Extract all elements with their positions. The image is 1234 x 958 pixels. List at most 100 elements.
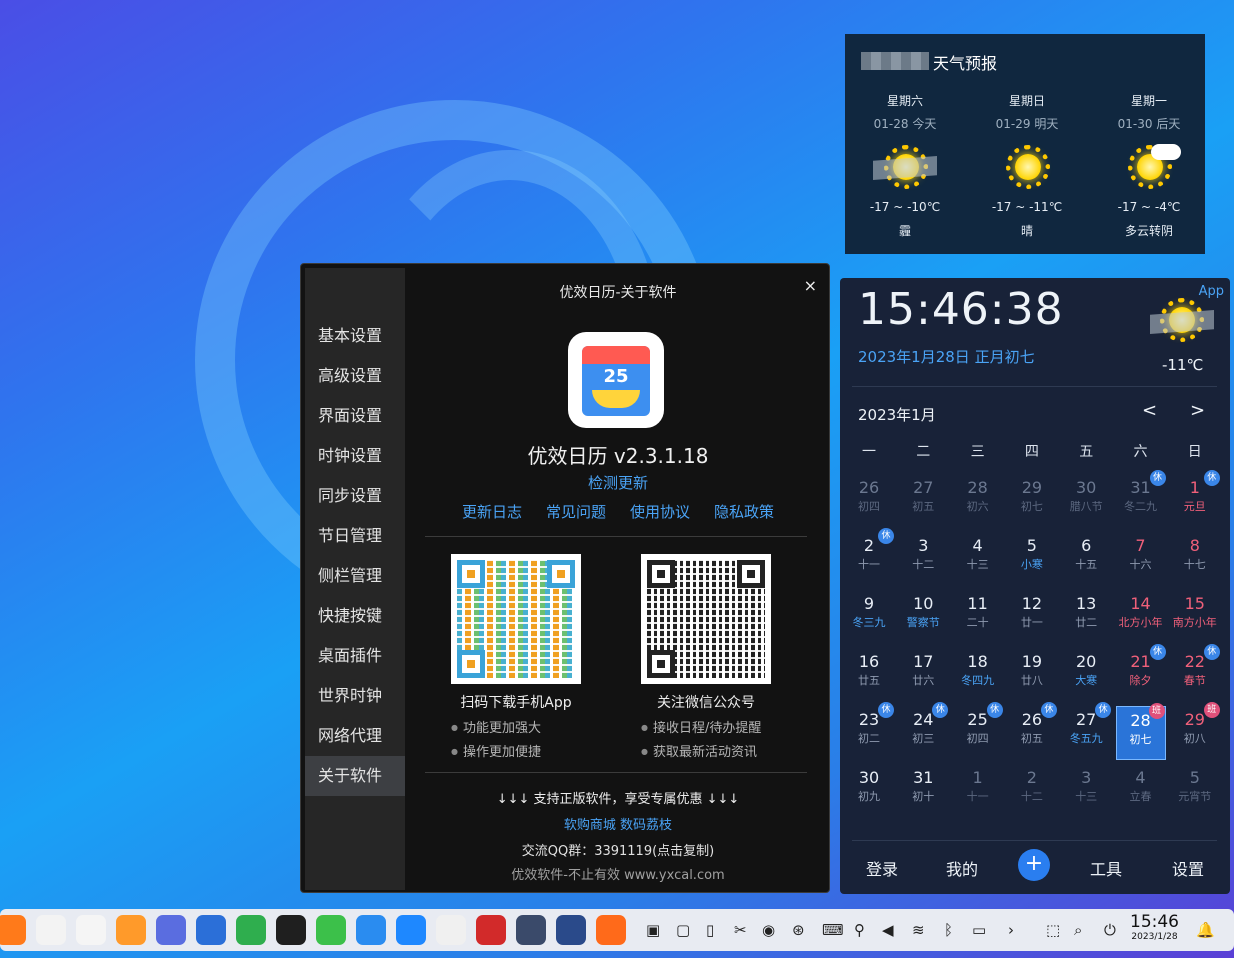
calendar-day-cell[interactable]: 4 十三 [953,532,1003,586]
evernote-icon[interactable] [236,915,266,945]
prev-month-button[interactable]: < [1142,400,1157,421]
store-icon[interactable] [116,915,146,945]
add-event-button[interactable]: + [1018,849,1050,881]
calendar-day-cell[interactable]: 休 1 元旦 [1170,470,1220,528]
calendar-day-cell[interactable]: 休 31 冬二九 [1116,470,1166,528]
tools-button[interactable]: 工具 [1090,856,1122,880]
tray-calendar-icon[interactable]: ▢ [676,921,690,939]
calendar-day-cell[interactable]: 休 23 初二 [844,702,894,760]
sidebar-item[interactable]: 桌面插件 [305,636,405,676]
paint-icon[interactable] [76,915,106,945]
calendar-day-cell[interactable]: 2 十二 [1007,764,1057,818]
hp-icon[interactable]: ◉ [762,921,775,939]
calendar-day-cell[interactable]: 27 初五 [898,474,948,528]
music-icon[interactable] [476,915,506,945]
sidebar-item[interactable]: 同步设置 [305,476,405,516]
volume-icon[interactable]: ◀ [882,921,894,939]
firefox-icon-2[interactable] [596,915,626,945]
chevron-right-icon[interactable]: › [1008,921,1014,939]
calendar-day-cell[interactable]: 7 十六 [1116,532,1166,586]
mine-button[interactable]: 我的 [946,856,978,880]
sidebar-item[interactable]: 快捷按键 [305,596,405,636]
calendar-day-cell[interactable]: 29 初七 [1007,474,1057,528]
calendar-day-cell[interactable]: 休 21 除夕 [1116,644,1166,702]
tray-clipboard-icon[interactable]: ▯ [706,921,714,939]
calendar-day-cell[interactable]: 15 南方小年 [1170,590,1220,644]
sidebar-item[interactable]: 侧栏管理 [305,556,405,596]
calendar-day-cell[interactable]: 3 十二 [898,532,948,586]
search-icon[interactable]: ⌕ [1074,921,1082,939]
calendar-day-cell[interactable]: 5 小寒 [1007,532,1057,586]
calendar-day-cell[interactable]: 9 冬三九 [844,590,894,644]
sidebar-item[interactable]: 关于软件 [305,756,405,796]
login-button[interactable]: 登录 [866,856,898,880]
calendar-day-cell[interactable]: 11 二十 [953,590,1003,644]
battery-icon[interactable]: ▭ [972,921,986,939]
calendar-day-cell[interactable]: 19 廿八 [1007,648,1057,702]
privacy-link[interactable]: 隐私政策 [714,501,774,522]
calendar-day-cell[interactable]: 班 29 初八 [1170,702,1220,760]
screenshot-icon[interactable]: ⬚ [1046,921,1060,939]
next-month-button[interactable]: > [1190,400,1205,421]
clipboard-icon[interactable] [436,915,466,945]
calendar-day-cell[interactable]: 31 初十 [898,764,948,818]
calendar-day-cell[interactable]: 休 25 初四 [953,702,1003,760]
network-share-icon[interactable]: ⊛ [792,921,805,939]
check-update-link[interactable]: 检测更新 [405,472,829,493]
feishu-icon[interactable] [356,915,386,945]
close-icon[interactable]: × [804,276,817,295]
sidebar-item[interactable]: 高级设置 [305,356,405,396]
calendar-day-cell[interactable]: 班 28 初七 [1115,703,1166,760]
calendar-day-cell[interactable]: 休 22 春节 [1170,644,1220,702]
monitor-icon[interactable] [556,915,586,945]
calendar-day-cell[interactable]: 30 腊八节 [1061,474,1111,528]
calendar-day-cell[interactable]: 休 27 冬五九 [1061,702,1112,760]
shop-links[interactable]: 软购商城 数码荔枝 [405,814,829,833]
sidebar-item[interactable]: 网络代理 [305,716,405,756]
calendar-day-cell[interactable]: 休 2 十一 [844,528,894,586]
sidebar-item[interactable]: 基本设置 [305,316,405,356]
calendar-day-cell[interactable]: 12 廿一 [1007,590,1057,644]
dingtalk-icon[interactable] [396,915,426,945]
taskbar-clock[interactable]: 15:46 2023/1/28 [1130,912,1179,942]
power-icon[interactable]: ⏻ [1104,921,1116,939]
qq-group-link[interactable]: 交流QQ群：3391119(点击复制) [405,840,829,859]
photos-icon[interactable] [36,915,66,945]
calendar-icon[interactable] [276,915,306,945]
current-date[interactable]: 2023年1月28日 正月初七 [858,346,1035,367]
calendar-day-cell[interactable]: 4 立春 [1116,764,1166,818]
calendar-day-cell[interactable]: 17 廿六 [898,648,948,702]
calendar-day-cell[interactable]: 休 24 初三 [898,702,949,760]
calendar-day-cell[interactable]: 28 初六 [953,474,1003,528]
tray-app-icon[interactable]: ▣ [646,921,660,939]
calendar-day-cell[interactable]: 8 十七 [1170,532,1220,586]
calendar-day-cell[interactable]: 6 十五 [1061,532,1111,586]
keyboard-icon[interactable]: ⌨ [822,921,844,939]
sidebar-item[interactable]: 节日管理 [305,516,405,556]
settings-icon[interactable] [516,915,546,945]
terms-link[interactable]: 使用协议 [630,501,690,522]
changelog-link[interactable]: 更新日志 [462,501,522,522]
calendar-day-cell[interactable]: 休 26 初五 [1007,702,1057,760]
sidebar-item[interactable]: 时钟设置 [305,436,405,476]
sidebar-item[interactable]: 世界时钟 [305,676,405,716]
faq-link[interactable]: 常见问题 [546,501,606,522]
calendar-day-cell[interactable]: 30 初九 [844,764,894,818]
sidebar-item[interactable]: 界面设置 [305,396,405,436]
calendar-day-cell[interactable]: 5 元宵节 [1170,764,1220,818]
calendar-day-cell[interactable]: 10 警察节 [898,590,948,644]
calendar-day-cell[interactable]: 20 大寒 [1061,648,1111,702]
apps-grid-icon[interactable] [156,915,186,945]
notification-bell-icon[interactable]: 🔔 [1196,921,1215,939]
calendar-day-cell[interactable]: 3 十三 [1061,764,1111,818]
settings-button[interactable]: 设置 [1172,856,1204,880]
scissors-icon[interactable]: ✂ [734,921,747,939]
calendar-day-cell[interactable]: 14 北方小年 [1116,590,1166,644]
bluetooth-icon[interactable]: ᛒ [944,921,953,939]
calendar-day-cell[interactable]: 26 初四 [844,474,894,528]
wechat-icon[interactable] [316,915,346,945]
calendar-day-cell[interactable]: 18 冬四九 [953,648,1003,702]
firefox-icon[interactable] [0,915,26,945]
usb-icon[interactable]: ⚲ [854,921,865,939]
wps-icon[interactable] [196,915,226,945]
